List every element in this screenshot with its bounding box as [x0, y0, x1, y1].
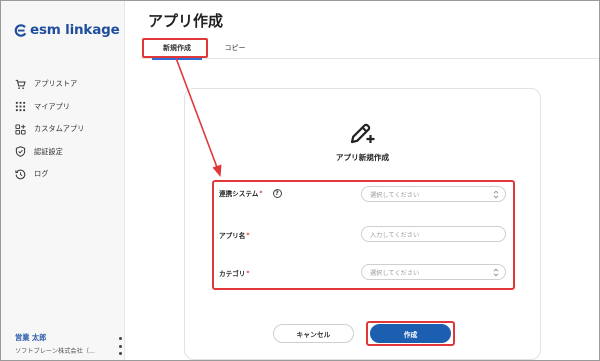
sidebar-nav: アプリストア マイアプリ カスタムアプリ 認証設定 ログ [15, 73, 119, 186]
app-logo[interactable]: esm linkage [14, 22, 120, 38]
user-profile[interactable]: 営業 太郎 ソフトブレーン株式会社（... [15, 333, 123, 355]
cart-icon [15, 79, 26, 89]
edit-plus-icon [350, 123, 375, 144]
sidebar-item-label: アプリストア [34, 79, 78, 89]
history-icon [15, 169, 26, 180]
sidebar-item-label: カスタムアプリ [34, 124, 85, 134]
more-options-icon[interactable] [117, 337, 123, 355]
sidebar-item-auth-settings[interactable]: 認証設定 [15, 141, 119, 164]
user-name: 営業 太郎 [15, 333, 47, 342]
apps-plus-icon [15, 124, 26, 135]
tab-copy[interactable]: コピー [218, 37, 252, 59]
sidebar: esm linkage アプリストア マイアプリ カスタムアプリ 認証設定 ログ… [1, 1, 125, 360]
grid-dots-icon [15, 102, 26, 112]
annotation-highlight-form [212, 180, 515, 290]
card-title: アプリ新規作成 [335, 153, 390, 162]
sidebar-item-my-apps[interactable]: マイアプリ [15, 96, 119, 119]
page-title: アプリ作成 [148, 12, 224, 30]
user-organization: ソフトブレーン株式会社（... [15, 348, 95, 355]
shield-icon [15, 146, 26, 158]
sidebar-item-label: マイアプリ [34, 101, 70, 111]
annotation-highlight-create [366, 321, 455, 346]
logo-icon [14, 23, 27, 37]
logo-text: esm linkage [30, 22, 120, 38]
tab-bar: 新規作成 コピー [140, 37, 599, 60]
sidebar-item-label: ログ [34, 169, 49, 179]
sidebar-item-custom-apps[interactable]: カスタムアプリ [15, 118, 119, 141]
cancel-button[interactable]: キャンセル [273, 324, 354, 343]
sidebar-item-app-store[interactable]: アプリストア [15, 73, 119, 96]
annotation-highlight-tab [142, 38, 208, 58]
sidebar-item-label: 認証設定 [34, 146, 63, 156]
sidebar-item-log[interactable]: ログ [15, 163, 119, 186]
